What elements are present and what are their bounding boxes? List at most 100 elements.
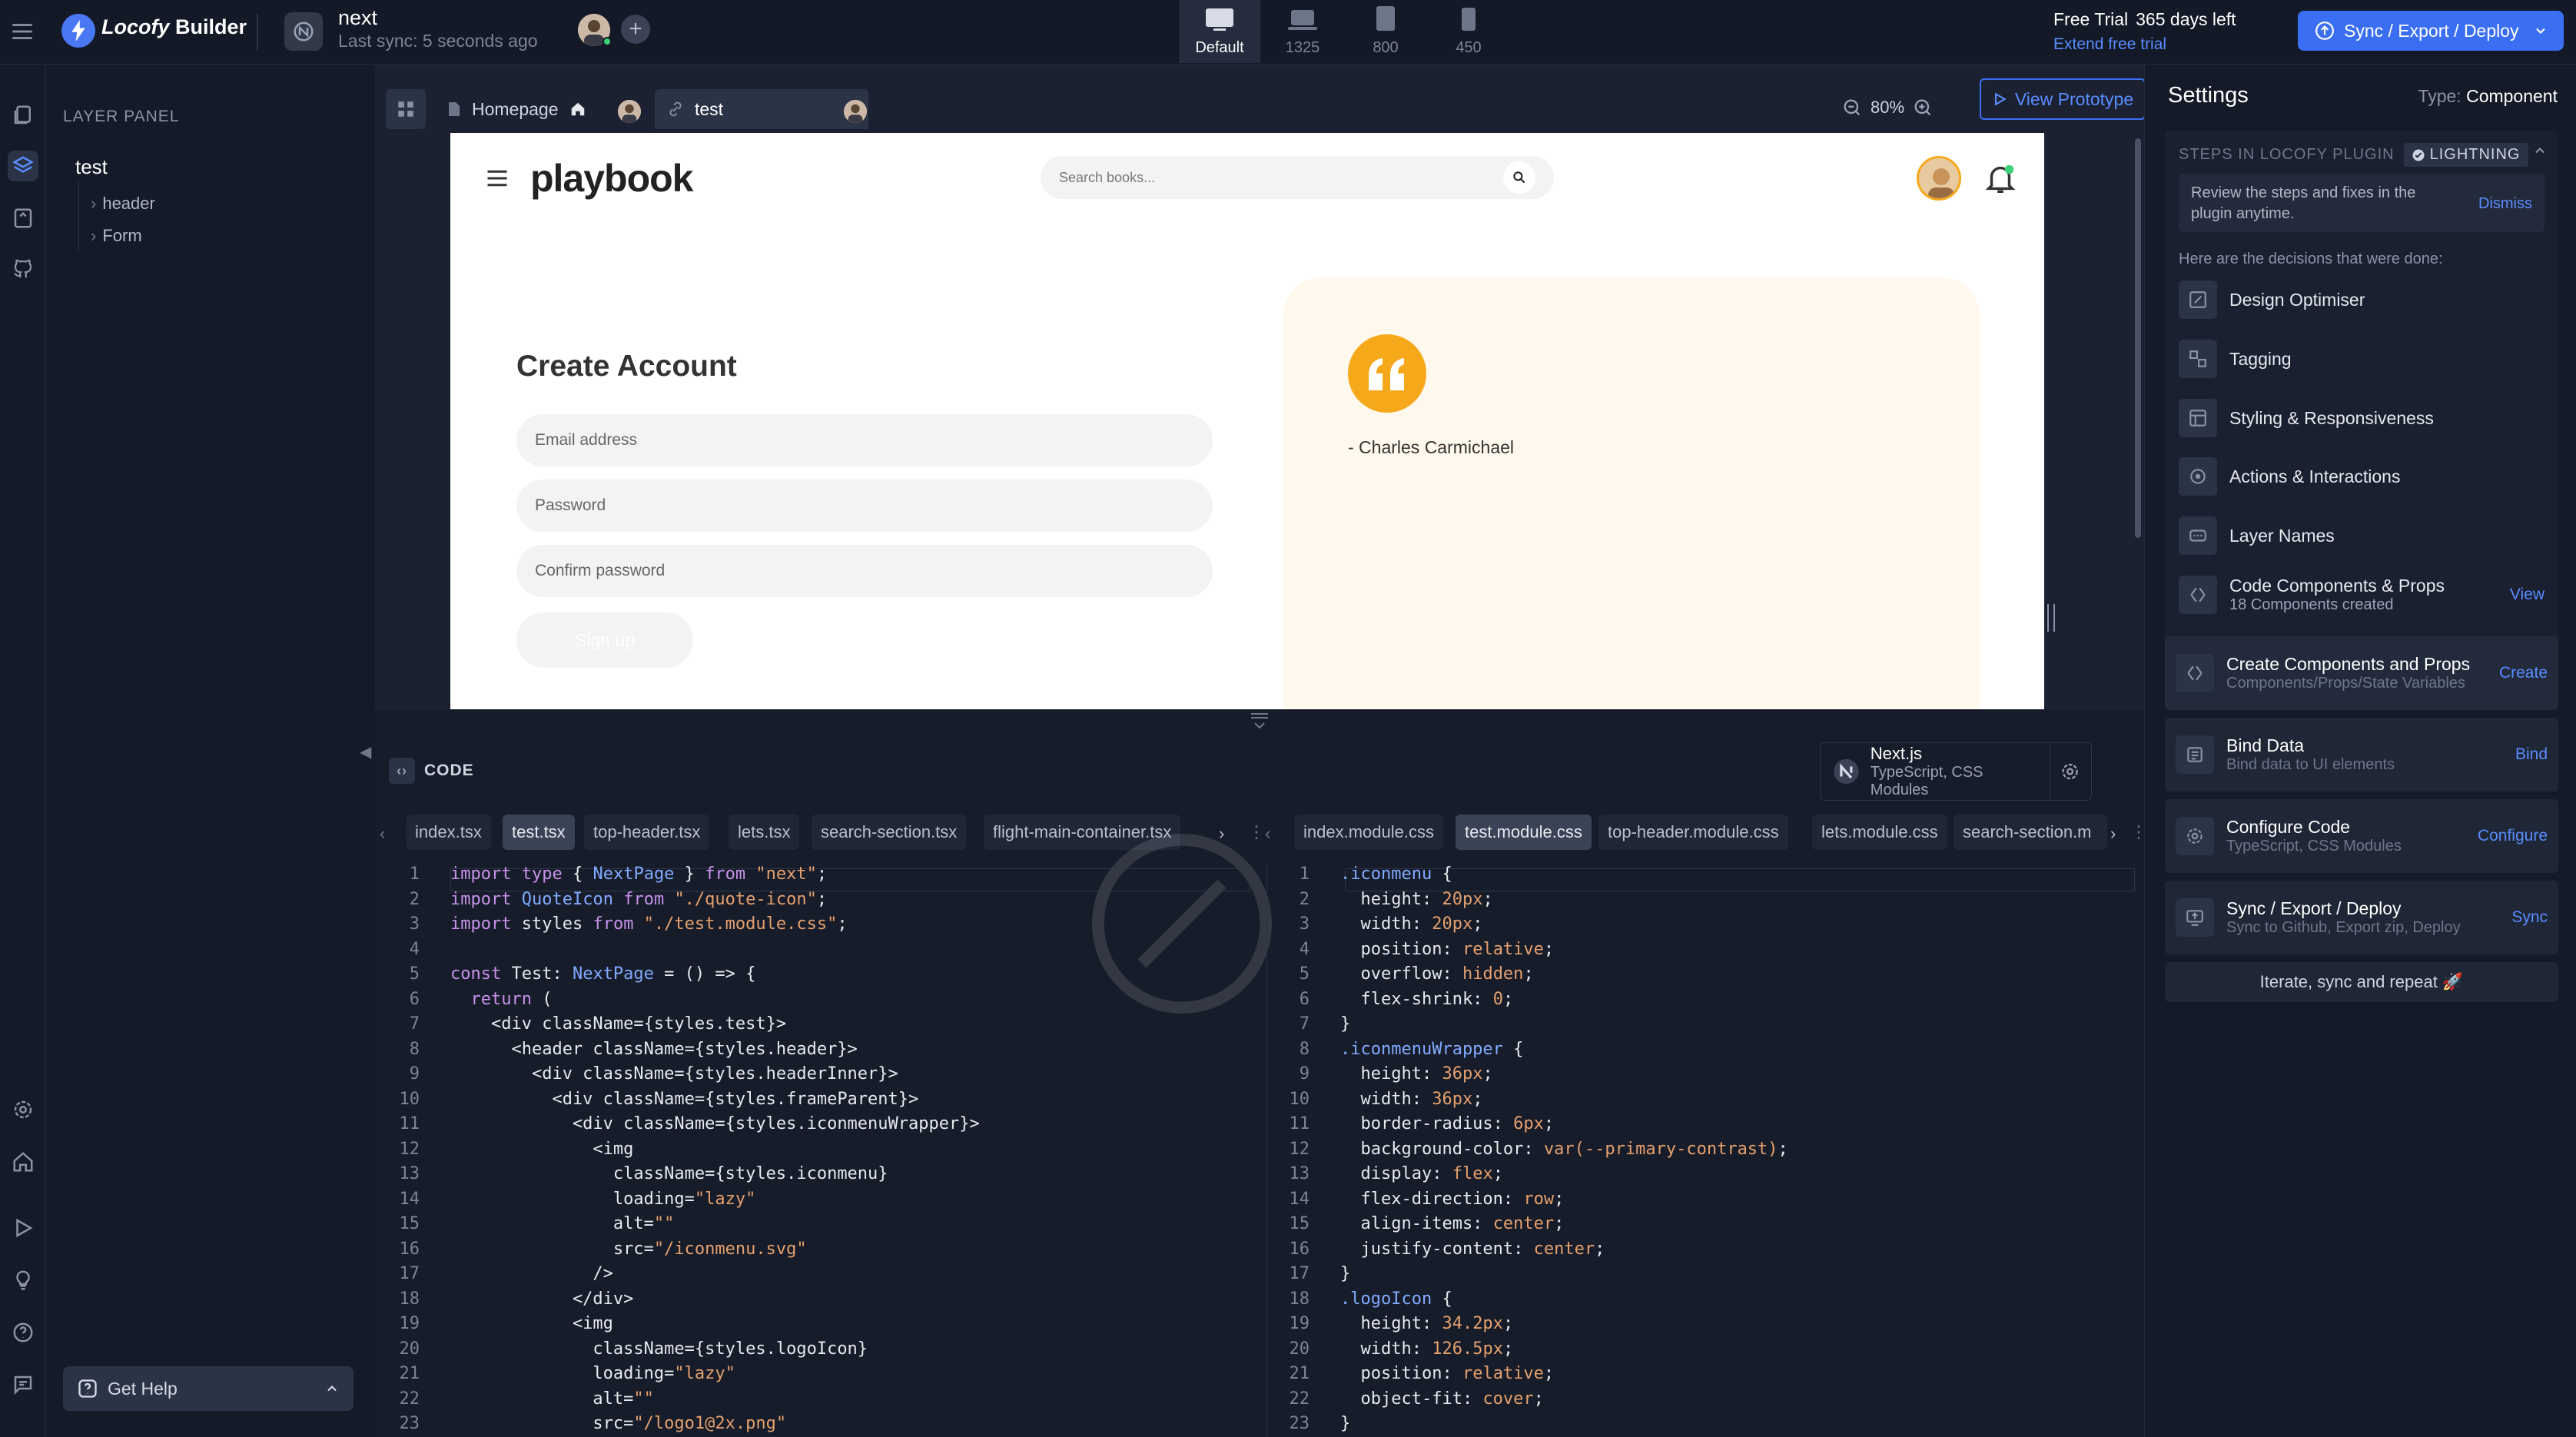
help-circle-icon[interactable]	[8, 1317, 38, 1348]
file-tab-test-module-css[interactable]: test.module.css	[1456, 815, 1592, 850]
file-tab-search-section-tsx[interactable]: search-section.tsx	[812, 815, 967, 850]
pages-icon[interactable]	[8, 100, 38, 131]
github-icon[interactable]	[8, 254, 38, 284]
file-tab-index-tsx[interactable]: index.tsx	[406, 815, 491, 850]
line-number: 7	[1299, 1014, 1310, 1034]
password-field[interactable]: Password	[516, 480, 1213, 532]
line-number: 7	[409, 1014, 420, 1034]
settings-gear-icon[interactable]	[8, 1094, 38, 1125]
file-tab-test-tsx[interactable]: test.tsx	[503, 815, 575, 850]
invite-plus-button[interactable]: +	[621, 15, 650, 44]
menu-icon[interactable]	[486, 168, 509, 188]
line-text: <div className={styles.frameParent}>	[450, 1089, 919, 1109]
component-type: Type: Component	[2418, 86, 2558, 107]
step-design-optimiser[interactable]: Design Optimiser	[2179, 277, 2544, 323]
sync-export-deploy-card[interactable]: Sync / Export / Deploy Sync to Github, Ex…	[2165, 881, 2558, 954]
step-layer-names[interactable]: Layer Names	[2179, 513, 2544, 559]
layer-item-header[interactable]: › header	[91, 194, 155, 214]
components-icon[interactable]	[8, 203, 38, 234]
device-tab-800[interactable]: 800	[1345, 0, 1426, 63]
file-tab-top-header-tsx[interactable]: top-header.tsx	[584, 815, 710, 850]
layer-item-form[interactable]: › Form	[91, 226, 142, 246]
project-icon[interactable]	[284, 12, 323, 51]
sync-export-deploy-button[interactable]: Sync / Export / Deploy	[2298, 11, 2564, 51]
extend-trial-link[interactable]: Extend free trial	[2053, 35, 2166, 54]
tabs-scroll-left-icon[interactable]: ‹	[380, 824, 385, 844]
file-tab-index-module-css[interactable]: index.module.css	[1294, 815, 1443, 850]
zoom-out-icon[interactable]	[1841, 97, 1863, 118]
collapse-chevron-up-icon[interactable]	[2532, 143, 2548, 158]
file-tab-top-header-module-css[interactable]: top-header.module.css	[1598, 815, 1788, 850]
line-text: justify-content: center;	[1340, 1239, 1605, 1259]
collapse-left-icon[interactable]: ◀	[360, 742, 371, 762]
layers-icon[interactable]	[8, 151, 38, 181]
play-icon	[1994, 92, 2007, 106]
line-number: 21	[1289, 1364, 1310, 1383]
search-button[interactable]	[1503, 161, 1535, 194]
css-code-editor[interactable]: 1 .iconmenu {2 height: 20px; 3 width: 20px…	[1274, 862, 2135, 1437]
view-components-link[interactable]: View	[2510, 586, 2544, 604]
line-text: className={styles.iconmenu}	[450, 1164, 888, 1183]
step-styling-responsiveness[interactable]: Styling & Responsiveness	[2179, 395, 2544, 441]
book-search-input[interactable]: Search books...	[1041, 156, 1554, 199]
email-field[interactable]: Email address	[516, 414, 1213, 466]
tsx-code-editor[interactable]: 1 import type { NextPage } from "next"; 2 i…	[384, 862, 1260, 1437]
configure-code-card[interactable]: Configure Code TypeScript, CSS Modules Co…	[2165, 799, 2558, 873]
tab-test[interactable]: test	[655, 89, 868, 129]
zoom-in-icon[interactable]	[1912, 97, 1934, 118]
lightbulb-icon[interactable]	[8, 1265, 38, 1296]
dismiss-link[interactable]: Dismiss	[2478, 194, 2532, 214]
feedback-icon[interactable]	[8, 1369, 38, 1400]
play-icon[interactable]	[8, 1213, 38, 1243]
profile-avatar[interactable]	[1917, 156, 1961, 201]
code-line: 16 src="/iconmenu.svg"	[384, 1237, 1260, 1263]
tab-homepage[interactable]: Homepage	[435, 89, 638, 129]
create-components-card[interactable]: Create Components and Props Components/Pr…	[2165, 636, 2558, 710]
code-line: 15 align-items: center;	[1274, 1212, 2135, 1237]
bind-data-icon	[2176, 735, 2214, 774]
layer-root-test[interactable]: test	[75, 155, 108, 179]
layer-item-label: Form	[102, 226, 142, 245]
laptop-icon	[1288, 8, 1317, 32]
code-line: 2 import QuoteIcon from "./quote-icon";	[384, 888, 1260, 913]
step-tagging[interactable]: Tagging	[2179, 336, 2544, 382]
sync-link[interactable]: Sync	[2511, 908, 2548, 927]
device-tab-default[interactable]: Default	[1179, 0, 1260, 63]
code-line: 15 alt=""	[384, 1212, 1260, 1237]
file-tab-search-section-module-css[interactable]: search-section.m	[1954, 815, 2107, 850]
step-actions-interactions[interactable]: Actions & Interactions	[2179, 453, 2544, 499]
notification-bell-icon[interactable]	[1983, 161, 2018, 196]
collaborator-avatar	[618, 100, 641, 123]
project-name: next	[338, 6, 378, 29]
line-number: 8	[1299, 1039, 1310, 1059]
canvas-scrollbar[interactable]	[2135, 138, 2141, 538]
pages-grid-button[interactable]	[386, 89, 426, 129]
bind-link[interactable]: Bind	[2515, 745, 2548, 764]
hamburger-menu-icon[interactable]	[9, 18, 35, 45]
home-icon[interactable]	[8, 1147, 38, 1177]
layer-item-label: header	[102, 194, 155, 213]
sign-up-button[interactable]: Sign up	[516, 612, 693, 668]
css-tabs-scroll-right-icon[interactable]: ›	[2110, 824, 2116, 844]
create-link[interactable]: Create	[2499, 664, 2548, 682]
confirm-password-field[interactable]: Confirm password	[516, 545, 1213, 597]
gear-icon[interactable]	[2060, 761, 2080, 782]
line-text: }	[1340, 1014, 1351, 1034]
device-tab-450[interactable]: 450	[1428, 0, 1509, 63]
get-help-label: Get Help	[108, 1378, 178, 1399]
framework-selector[interactable]: Next.js TypeScript, CSS Modules	[1820, 742, 2092, 801]
code-line: 9 <div className={styles.headerInner}>	[384, 1062, 1260, 1087]
panel-resize-handle[interactable]	[1251, 712, 1268, 742]
configure-link[interactable]: Configure	[2478, 827, 2548, 845]
get-help-button[interactable]: Get Help	[63, 1366, 354, 1411]
trial-days: 365 days left	[2136, 9, 2236, 29]
bind-data-card[interactable]: Bind Data Bind data to UI elements Bind	[2165, 718, 2558, 792]
resize-handle[interactable]	[2047, 604, 2055, 632]
steps-header-label: STEPS IN LOCOFY PLUGIN	[2179, 146, 2395, 163]
home-icon	[571, 102, 584, 116]
device-tab-1325[interactable]: 1325	[1262, 0, 1343, 63]
file-tab-lets-tsx[interactable]: lets.tsx	[729, 815, 800, 850]
view-prototype-button[interactable]: View Prototype	[1980, 78, 2146, 120]
step-code-components-props[interactable]: Code Components & Props 18 Components cr…	[2179, 572, 2544, 618]
file-tab-lets-module-css[interactable]: lets.module.css	[1812, 815, 1947, 850]
